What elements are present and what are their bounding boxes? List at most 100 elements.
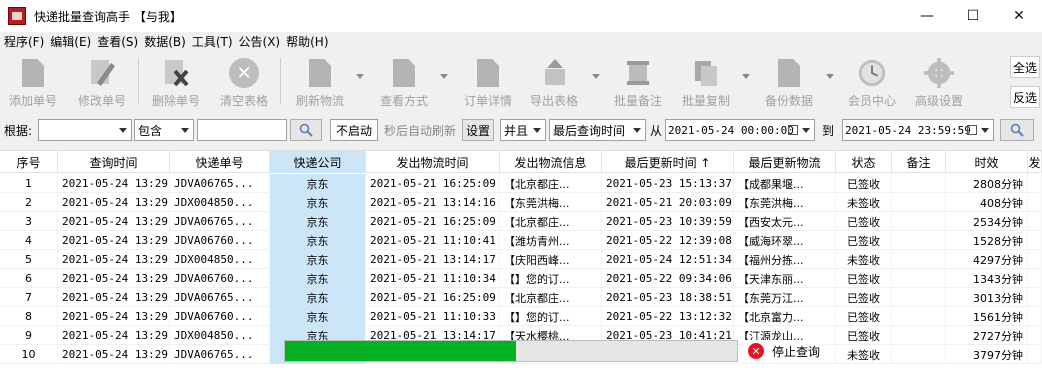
from-date-picker[interactable]: 2021-05-24 00:00:00: [665, 119, 815, 141]
menu-data[interactable]: 数据(B): [144, 33, 186, 50]
table-row[interactable]: 12021-05-24 13:29:54JDVA06765...京东2021-0…: [0, 174, 1042, 193]
table-cell: 3013分钟: [946, 288, 1028, 307]
table-row[interactable]: 32021-05-24 13:29:54JDVA06765...京东2021-0…: [0, 212, 1042, 231]
minimize-button[interactable]: —: [904, 0, 950, 32]
export-dropdown-icon[interactable]: [592, 74, 600, 79]
select-all-button[interactable]: 全选: [1010, 56, 1040, 78]
table-cell: 【东莞洪梅...: [734, 193, 836, 212]
column-header[interactable]: 备注: [892, 151, 946, 173]
column-header[interactable]: 最后更新时间 ↑: [602, 151, 734, 173]
stop-query-button[interactable]: ✕ 停止查询: [744, 340, 825, 362]
column-header[interactable]: 序号: [0, 151, 58, 173]
table-cell: 2021-05-23 10:39:59: [602, 212, 734, 231]
table-cell: [892, 326, 946, 345]
export-table-label: 导出表格: [529, 94, 578, 108]
settings-button[interactable]: 设置: [462, 119, 494, 141]
table-cell: 2021-05-24 13:29:55: [58, 307, 170, 326]
table-row[interactable]: 62021-05-24 13:29:55JDVA06760...京东2021-0…: [0, 269, 1042, 288]
member-center-button[interactable]: 会员中心: [844, 54, 900, 110]
table-cell: [1028, 212, 1042, 231]
column-header[interactable]: 快递单号: [170, 151, 270, 173]
copy-dropdown-icon[interactable]: [742, 74, 750, 79]
column-header[interactable]: 最后更新物流: [734, 151, 836, 173]
table-cell: [1028, 174, 1042, 193]
table-cell: 【北京都庄...: [500, 174, 602, 193]
backup-dropdown-icon[interactable]: [826, 74, 834, 79]
table-cell: [892, 269, 946, 288]
clear-x-icon: ✕: [229, 56, 259, 90]
table-cell: 京东: [270, 193, 366, 212]
table-row[interactable]: 82021-05-24 13:29:55JDVA06760...京东2021-0…: [0, 307, 1042, 326]
table-cell: JDVA06765...: [170, 212, 270, 231]
table-cell: 408分钟: [946, 193, 1028, 212]
column-header[interactable]: 时效: [946, 151, 1028, 173]
add-tracking-button[interactable]: 添加单号: [6, 54, 60, 110]
menu-notice[interactable]: 公告(X): [239, 33, 281, 50]
column-header[interactable]: 发出物流信息: [500, 151, 602, 173]
table-cell: 京东: [270, 307, 366, 326]
table-cell: [1028, 193, 1042, 212]
refresh-dropdown-icon[interactable]: [356, 74, 364, 79]
chevron-down-icon: [533, 128, 541, 133]
table-cell: 2534分钟: [946, 212, 1028, 231]
stop-x-icon: ✕: [748, 343, 764, 359]
table-cell: 2021-05-24 13:29:54: [58, 193, 170, 212]
invert-selection-button[interactable]: 反选: [1010, 86, 1040, 108]
menu-view[interactable]: 查看(S): [97, 33, 138, 50]
add-tracking-label: 添加单号: [8, 94, 57, 108]
batch-note-button[interactable]: 批量备注: [610, 54, 666, 110]
table-cell: 已签收: [836, 288, 892, 307]
table-cell: 6: [0, 269, 58, 288]
logic-select[interactable]: 并且: [500, 119, 546, 141]
keyword-input[interactable]: [197, 119, 287, 141]
menu-help[interactable]: 帮助(H): [286, 33, 328, 50]
view-dropdown-icon[interactable]: [440, 74, 448, 79]
table-row[interactable]: 72021-05-24 13:29:55JDVA06765...京东2021-0…: [0, 288, 1042, 307]
export-table-button[interactable]: 导出表格: [526, 54, 582, 110]
search-button[interactable]: [290, 119, 322, 141]
filter-field-select[interactable]: [38, 119, 132, 141]
clear-table-button[interactable]: ✕ 清空表格: [216, 54, 272, 110]
delete-tracking-button[interactable]: 删除单号: [148, 54, 204, 110]
chevron-down-icon: [981, 128, 989, 133]
to-date-picker[interactable]: 2021-05-24 23:59:59: [842, 119, 994, 141]
table-row[interactable]: 22021-05-24 13:29:54JDX004850...京东2021-0…: [0, 193, 1042, 212]
menu-edit[interactable]: 编辑(E): [50, 33, 91, 50]
column-header[interactable]: 快递公司: [270, 151, 366, 173]
advanced-settings-button[interactable]: 高级设置: [910, 54, 968, 110]
table-cell: 2021-05-21 11:10:33: [366, 307, 500, 326]
table-cell: 未签收: [836, 193, 892, 212]
menu-tools[interactable]: 工具(T): [192, 33, 233, 50]
table-cell: 京东: [270, 288, 366, 307]
menu-program[interactable]: 程序(F): [4, 33, 44, 50]
sort-field-select[interactable]: 最后查询时间: [549, 119, 646, 141]
column-header[interactable]: 状态: [836, 151, 892, 173]
date-search-button[interactable]: [1000, 119, 1034, 141]
table-cell: JDX004850...: [170, 193, 270, 212]
column-header[interactable]: 发出物流时间: [366, 151, 500, 173]
close-button[interactable]: ✕: [996, 0, 1042, 32]
table-row[interactable]: 52021-05-24 13:29:54JDX004850...京东2021-0…: [0, 250, 1042, 269]
delete-tracking-label: 删除单号: [151, 94, 200, 108]
maximize-button[interactable]: ☐: [950, 0, 996, 32]
table-cell: JDX004850...: [170, 250, 270, 269]
table-row[interactable]: 42021-05-24 13:29:54JDVA06760...京东2021-0…: [0, 231, 1042, 250]
column-header[interactable]: 发: [1028, 151, 1042, 173]
order-detail-button[interactable]: 订单详情: [460, 54, 516, 110]
search-icon: [299, 123, 313, 137]
table-cell: [892, 212, 946, 231]
batch-copy-button[interactable]: 批量复制: [678, 54, 734, 110]
auto-refresh-toggle[interactable]: 不启动: [330, 119, 378, 141]
view-mode-button[interactable]: 查看方式: [376, 54, 432, 110]
filter-operator-select[interactable]: 包含: [134, 119, 194, 141]
edit-tracking-button[interactable]: 修改单号: [74, 54, 130, 110]
to-label: 到: [822, 123, 835, 138]
column-header[interactable]: 查询时间: [58, 151, 170, 173]
backup-data-button[interactable]: 备份数据: [760, 54, 818, 110]
table-cell: [892, 193, 946, 212]
table-cell: JDVA06760...: [170, 307, 270, 326]
refresh-logistics-button[interactable]: 刷新物流: [292, 54, 348, 110]
table-cell: 2021-05-22 13:12:32: [602, 307, 734, 326]
table-cell: JDVA06765...: [170, 174, 270, 193]
table-cell: 2021-05-24 13:29:54: [58, 212, 170, 231]
